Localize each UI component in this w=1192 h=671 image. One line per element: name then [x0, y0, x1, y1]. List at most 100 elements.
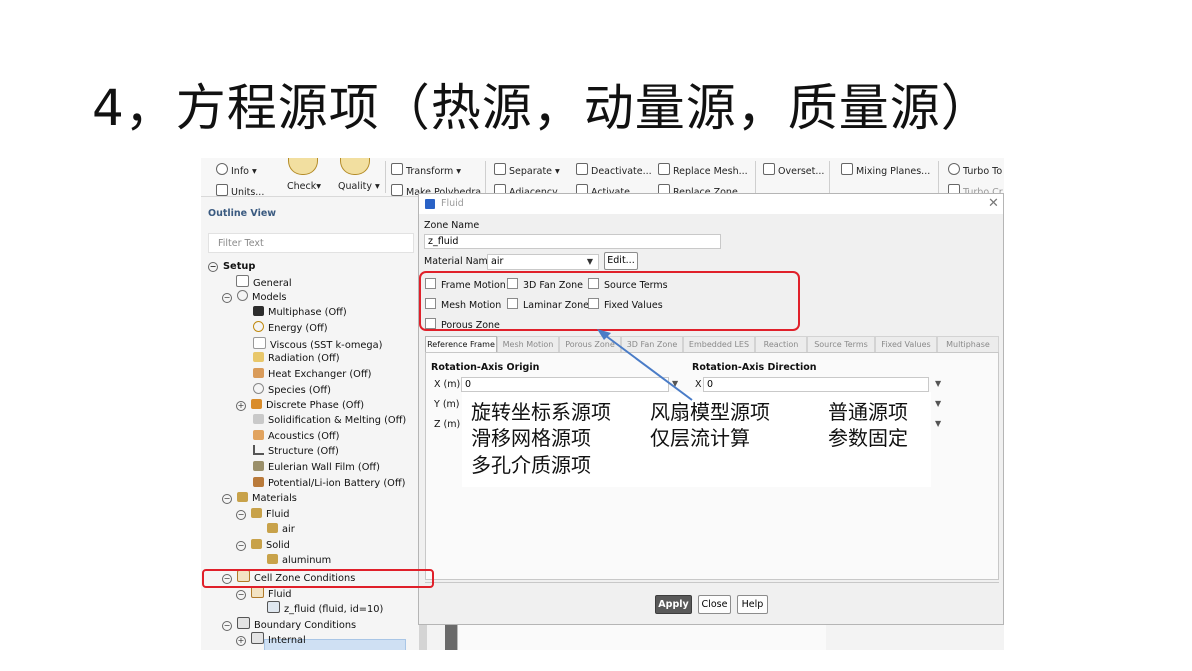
mixing-planes-button[interactable]: Mixing Planes...: [841, 163, 930, 177]
expand-icon: +: [236, 401, 246, 411]
close-icon[interactable]: ✕: [988, 196, 999, 211]
tab-porous-zone[interactable]: Porous Zone: [559, 336, 621, 352]
chevron-down-icon[interactable]: ▼: [935, 399, 941, 408]
tree-item-energy[interactable]: Energy (Off): [253, 321, 328, 335]
tree-item-aluminum[interactable]: aluminum: [267, 554, 331, 568]
tree-item-radiation[interactable]: Radiation (Off): [253, 352, 340, 366]
filter-input[interactable]: Filter Text: [208, 233, 414, 253]
check-medal-icon: [288, 158, 318, 175]
tree-item-air[interactable]: air: [267, 523, 295, 537]
collapse-icon: −: [222, 621, 232, 631]
tree-item-viscous[interactable]: Viscous (SST k-omega): [253, 337, 382, 351]
info-button[interactable]: Info ▾: [216, 163, 257, 177]
tree-item-battery[interactable]: Potential/Li-ion Battery (Off): [253, 477, 405, 491]
collapse-icon: −: [236, 590, 246, 600]
turbo-topology-button[interactable]: Turbo To: [948, 163, 1002, 177]
collapse-icon: −: [208, 262, 218, 272]
ribbon-separator: [385, 161, 386, 193]
tree-item-materials-solid[interactable]: − Solid: [236, 539, 290, 553]
units-button[interactable]: Units...: [216, 184, 264, 198]
help-button[interactable]: Help: [737, 595, 768, 614]
annotation-text: 旋转坐标系源项: [471, 400, 611, 424]
tab-fixed-values[interactable]: Fixed Values: [875, 336, 937, 352]
tree-item-models[interactable]: − Models: [222, 290, 287, 304]
tree-item-eulerian-wall-film[interactable]: Eulerian Wall Film (Off): [253, 461, 380, 475]
quality-medal-icon: [340, 158, 370, 175]
material-select[interactable]: air ▼: [487, 254, 599, 270]
solid-material-icon: [251, 539, 262, 549]
tree-item-discrete-phase[interactable]: + Discrete Phase (Off): [236, 399, 364, 413]
acoustics-icon: [253, 430, 264, 440]
origin-x-input[interactable]: 0: [461, 377, 669, 392]
annotation-text: 普通源项: [828, 400, 908, 424]
tree-item-internal[interactable]: + Internal: [236, 632, 306, 646]
chevron-down-icon[interactable]: ▼: [672, 379, 678, 388]
tab-embedded-les[interactable]: Embedded LES: [683, 336, 755, 352]
transform-icon: [391, 163, 403, 175]
tab-source-terms[interactable]: Source Terms: [807, 336, 875, 352]
origin-y-label: Y (m): [434, 399, 460, 410]
annotation-callout: 旋转坐标系源项 滑移网格源项 多孔介质源项 风扇模型源项 仅层流计算 普通源项 …: [462, 392, 931, 487]
tab-multiphase[interactable]: Multiphase: [937, 336, 999, 352]
ribbon-separator: [938, 161, 939, 193]
apply-button[interactable]: Apply: [655, 595, 692, 614]
structure-icon: [253, 445, 264, 455]
tree-item-multiphase[interactable]: Multiphase (Off): [253, 306, 347, 320]
overset-icon: [763, 163, 775, 175]
direction-x-input[interactable]: 0: [703, 377, 929, 392]
ruler-icon: [216, 184, 228, 196]
mesh-icon: [658, 163, 670, 175]
zone-name-input[interactable]: z_fluid: [424, 234, 721, 249]
mixing-icon: [841, 163, 853, 175]
polyhedra-icon: [391, 184, 403, 196]
materials-icon: [237, 492, 248, 502]
tree-item-general[interactable]: General: [236, 275, 292, 289]
tree-item-setup[interactable]: − Setup: [208, 260, 255, 274]
chevron-down-icon[interactable]: ▼: [935, 419, 941, 428]
transform-button[interactable]: Transform ▾: [391, 163, 461, 177]
overset-button[interactable]: Overset...: [763, 163, 824, 177]
highlight-box-cell-zone-conditions: [202, 569, 434, 588]
general-icon: [236, 275, 249, 287]
separate-icon: [494, 163, 506, 175]
tree-item-materials[interactable]: − Materials: [222, 492, 297, 506]
tree-item-heat-exchanger[interactable]: Heat Exchanger (Off): [253, 368, 371, 382]
tree-item-solidification[interactable]: Solidification & Melting (Off): [253, 414, 406, 428]
collapse-icon: −: [222, 293, 232, 303]
outline-view-title: Outline View: [208, 208, 277, 219]
tab-3d-fan-zone[interactable]: 3D Fan Zone: [621, 336, 683, 352]
annotation-text: 滑移网格源项: [471, 426, 591, 450]
tree-item-materials-fluid[interactable]: − Fluid: [236, 508, 290, 522]
check-button[interactable]: Check▾: [287, 181, 321, 192]
separate-button[interactable]: Separate ▾: [494, 163, 560, 177]
ribbon-separator: [485, 161, 486, 193]
direction-x-label: X: [695, 379, 702, 390]
tree-item-structure[interactable]: Structure (Off): [253, 445, 339, 459]
tree-item-cell-zone-fluid[interactable]: − Fluid: [236, 586, 292, 600]
chevron-down-icon[interactable]: ▼: [935, 379, 941, 388]
tab-mesh-motion[interactable]: Mesh Motion: [497, 336, 559, 352]
turbo-icon: [948, 163, 960, 175]
annotation-text: 仅层流计算: [650, 426, 750, 450]
edit-button[interactable]: Edit...: [604, 252, 638, 270]
zone-icon: [267, 601, 280, 613]
material-name-label: Material Name: [424, 256, 494, 267]
tree-item-acoustics[interactable]: Acoustics (Off): [253, 430, 340, 444]
wall-film-icon: [253, 461, 264, 471]
ribbon-separator: [755, 161, 756, 193]
expand-icon: +: [236, 636, 246, 646]
material-icon: [267, 523, 278, 533]
annotation-text: 多孔介质源项: [471, 453, 591, 477]
tab-reference-frame[interactable]: Reference Frame: [425, 336, 497, 352]
tree-item-boundary-conditions[interactable]: − Boundary Conditions: [222, 617, 356, 631]
deactivate-button[interactable]: Deactivate...: [576, 163, 652, 177]
tree-item-z-fluid[interactable]: z_fluid (fluid, id=10): [267, 601, 383, 615]
quality-button[interactable]: Quality ▾: [338, 181, 380, 192]
energy-icon: [253, 321, 264, 332]
fluent-app-icon: [425, 199, 435, 209]
rotation-axis-direction-title: Rotation-Axis Direction: [692, 362, 817, 373]
tree-item-species[interactable]: Species (Off): [253, 383, 331, 397]
close-button[interactable]: Close: [698, 595, 731, 614]
replace-mesh-button[interactable]: Replace Mesh...: [658, 163, 748, 177]
tab-reaction[interactable]: Reaction: [755, 336, 807, 352]
